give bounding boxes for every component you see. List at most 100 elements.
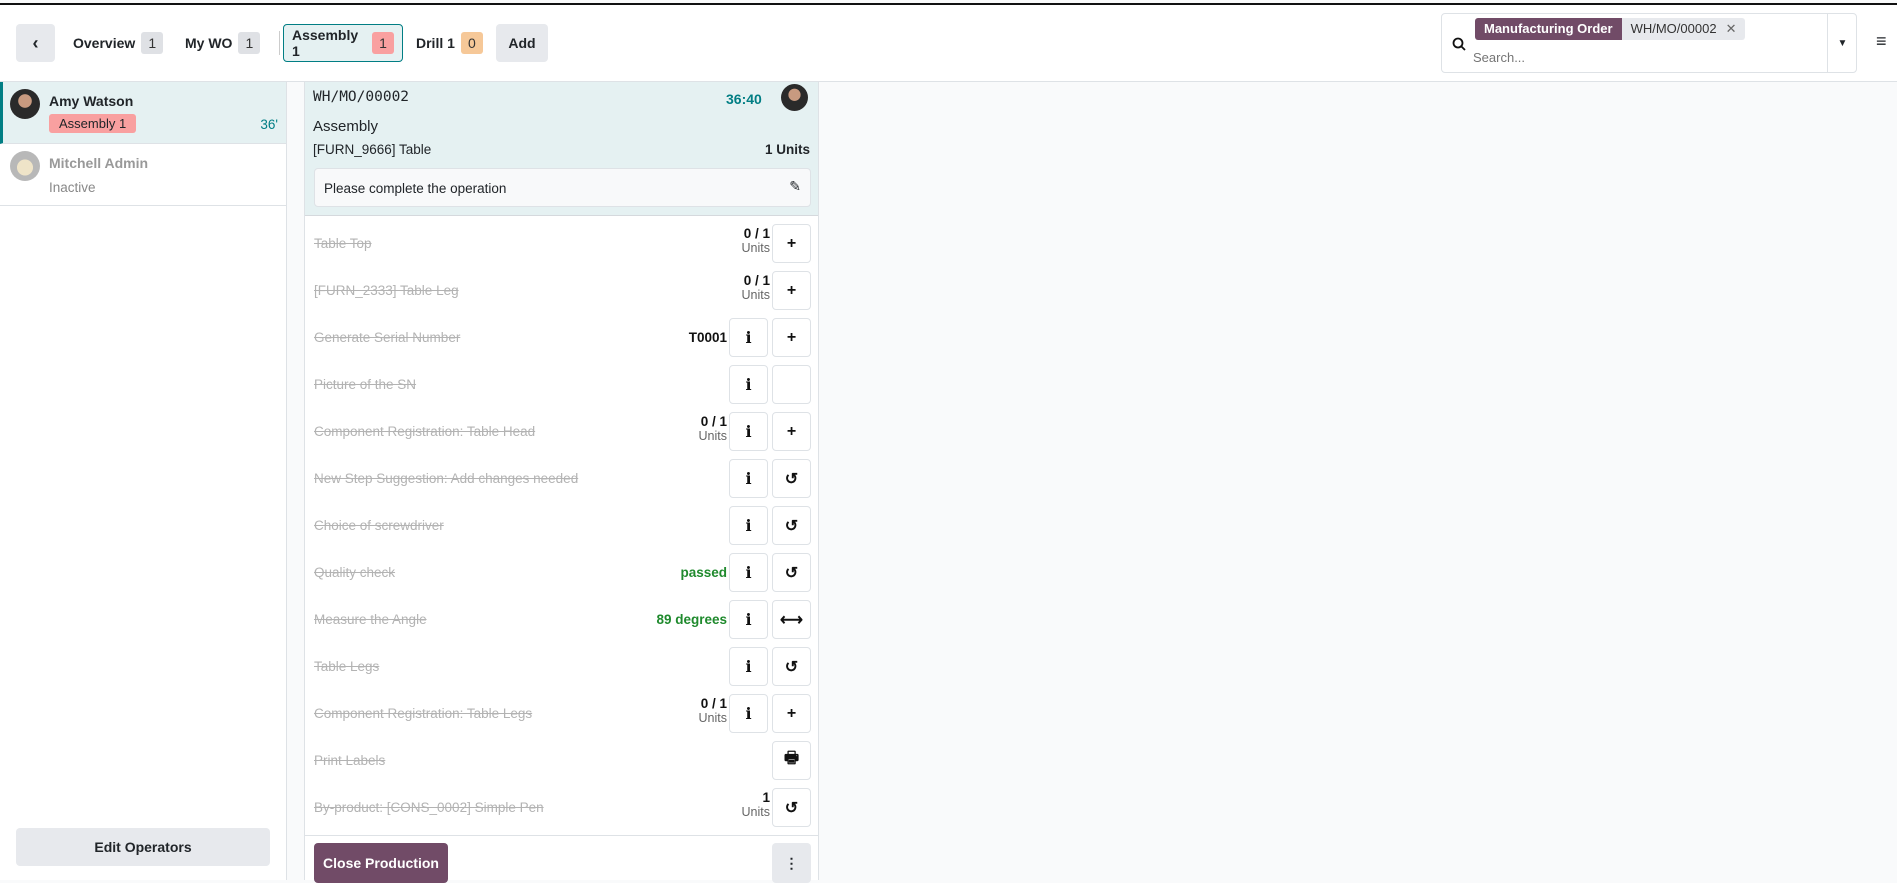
quality-step-row[interactable]: Generate Serial Number T0001 i + [305,314,818,361]
plus-icon: + [786,422,797,440]
operator-amy-watson[interactable]: Amy Watson Assembly 1 36' [0,82,286,144]
info-button[interactable]: i [729,647,768,686]
edit-operators-button[interactable]: Edit Operators [16,828,270,866]
print-icon: 🖶 [783,750,800,767]
step-label: Choice of screwdriver [314,518,444,533]
quality-step-row[interactable]: New Step Suggestion: Add changes needed i… [305,455,818,502]
step-label: [FURN_2333] Table Leg [314,283,459,298]
quality-step-row[interactable]: Component Registration: Table Legs 0 / 1U… [305,690,818,737]
operator-time: 36' [260,117,278,132]
edit-icon[interactable]: ✎ [789,178,801,195]
tab-label: Drill 1 [416,35,455,51]
info-button[interactable]: i [729,412,768,451]
step-action-button[interactable]: ↺ [772,459,811,498]
step-action-button[interactable]: + [772,224,811,263]
operation-note[interactable]: Please complete the operation ✎ [314,168,811,207]
info-button[interactable]: i [729,553,768,592]
step-result: passed [680,565,727,580]
step-action-button[interactable]: ↺ [772,553,811,592]
step-label: Picture of the SN [314,377,417,392]
step-label: Measure the Angle [314,612,427,627]
quality-step-row[interactable]: Component Registration: Table Head 0 / 1U… [305,408,818,455]
info-icon: i [745,328,752,347]
info-button[interactable]: i [729,506,768,545]
quality-step-row[interactable]: Table Top 0 / 1 Units + [305,220,818,267]
operator-name: Amy Watson [49,93,134,109]
more-actions-button[interactable]: ⋮ [772,843,811,883]
tab-label: My WO [185,35,233,51]
operator-mitchell-admin[interactable]: Mitchell Admin Inactive [0,144,286,206]
step-action-button[interactable]: + [772,412,811,451]
back-button[interactable]: ‹ [16,24,55,62]
serial-number: T0001 [688,330,727,345]
chevron-left-icon: ‹ [32,32,39,53]
info-button[interactable]: i [729,365,768,404]
tab-count-badge: 1 [372,32,394,54]
info-icon: i [745,563,752,582]
quality-step-row[interactable]: Quality check passed i ↺ [305,549,818,596]
workorder-header[interactable]: WH/MO/00002 36:40 Assembly [FURN_9666] T… [305,82,818,216]
step-action-button[interactable]: ↺ [772,506,811,545]
step-action-button[interactable]: 🖶 [772,741,811,780]
product-quantity: 1 Units [764,142,810,157]
step-action-button[interactable] [772,365,811,404]
tab-overview[interactable]: Overview 1 [73,24,164,62]
quality-step-row[interactable]: Table Legs i ↺ [305,643,818,690]
info-button[interactable]: i [729,318,768,357]
tab-separator [279,31,280,55]
undo-icon: ↺ [784,564,799,582]
caret-down-icon: ▼ [1837,37,1848,49]
step-action-button[interactable]: ↺ [772,647,811,686]
add-button[interactable]: Add [496,24,548,62]
quality-step-row[interactable]: [FURN_2333] Table Leg 0 / 1 Units + [305,267,818,314]
info-button[interactable]: i [729,600,768,639]
step-quantity: 0 / 1 Units [698,696,727,725]
info-icon: i [745,422,752,441]
search-options-toggle[interactable]: ▼ [1828,14,1857,72]
step-quantity: 0 / 1 Units [698,414,727,443]
product-name: [FURN_9666] Table [313,142,432,157]
info-icon: i [745,516,752,535]
step-quantity: 1 Units [741,790,770,819]
tab-count-badge: 1 [141,32,164,54]
info-button[interactable]: i [729,459,768,498]
menu-button[interactable]: ≡ [1876,31,1887,52]
step-action-button[interactable]: ↺ [772,788,811,827]
avatar [10,89,40,119]
hamburger-icon: ≡ [1876,31,1887,51]
facet-value: WH/MO/00002 [1630,21,1717,36]
search-facet: Manufacturing Order WH/MO/00002 ✕ [1475,18,1746,40]
step-action-button[interactable]: + [772,694,811,733]
remove-facet-icon[interactable]: ✕ [1726,21,1737,37]
close-production-button[interactable]: Close Production [314,843,448,883]
quality-step-row[interactable]: Measure the Angle 89 degrees i ⟷ [305,596,818,643]
kebab-icon: ⋮ [784,854,799,871]
quality-step-row[interactable]: Picture of the SN i [305,361,818,408]
step-quantity: 0 / 1 Units [741,226,770,255]
tab-count-badge: 0 [460,32,483,54]
quality-step-row[interactable]: Choice of screwdriver i ↺ [305,502,818,549]
quality-step-row[interactable]: Print Labels 🖶 [305,737,818,784]
tab-assembly-1[interactable]: Assembly 1 1 [283,24,403,62]
operator-workcenter-badge: Assembly 1 [49,114,137,133]
info-icon: i [745,375,752,394]
info-icon: i [745,610,752,629]
operator-status: Inactive [49,180,96,195]
info-button[interactable]: i [729,694,768,733]
step-action-button[interactable]: + [772,318,811,357]
info-icon: i [745,704,752,723]
step-label: Generate Serial Number [314,330,461,345]
step-action-button[interactable]: + [772,271,811,310]
step-action-button[interactable]: ⟷ [772,600,811,639]
search-input[interactable] [1473,46,1813,68]
undo-icon: ↺ [784,517,799,535]
tab-my-wo[interactable]: My WO 1 [185,24,261,62]
quality-step-row[interactable]: By-product: [CONS_0002] Simple Pen 1 Units… [305,784,818,831]
tab-drill-1[interactable]: Drill 1 0 [416,24,483,62]
undo-icon: ↺ [784,470,799,488]
undo-icon: ↺ [784,658,799,676]
arrows-horizontal-icon: ⟷ [780,611,803,629]
tab-count-badge: 1 [238,32,261,54]
step-label: Table Legs [314,659,380,674]
step-label: Component Registration: Table Legs [314,706,533,721]
